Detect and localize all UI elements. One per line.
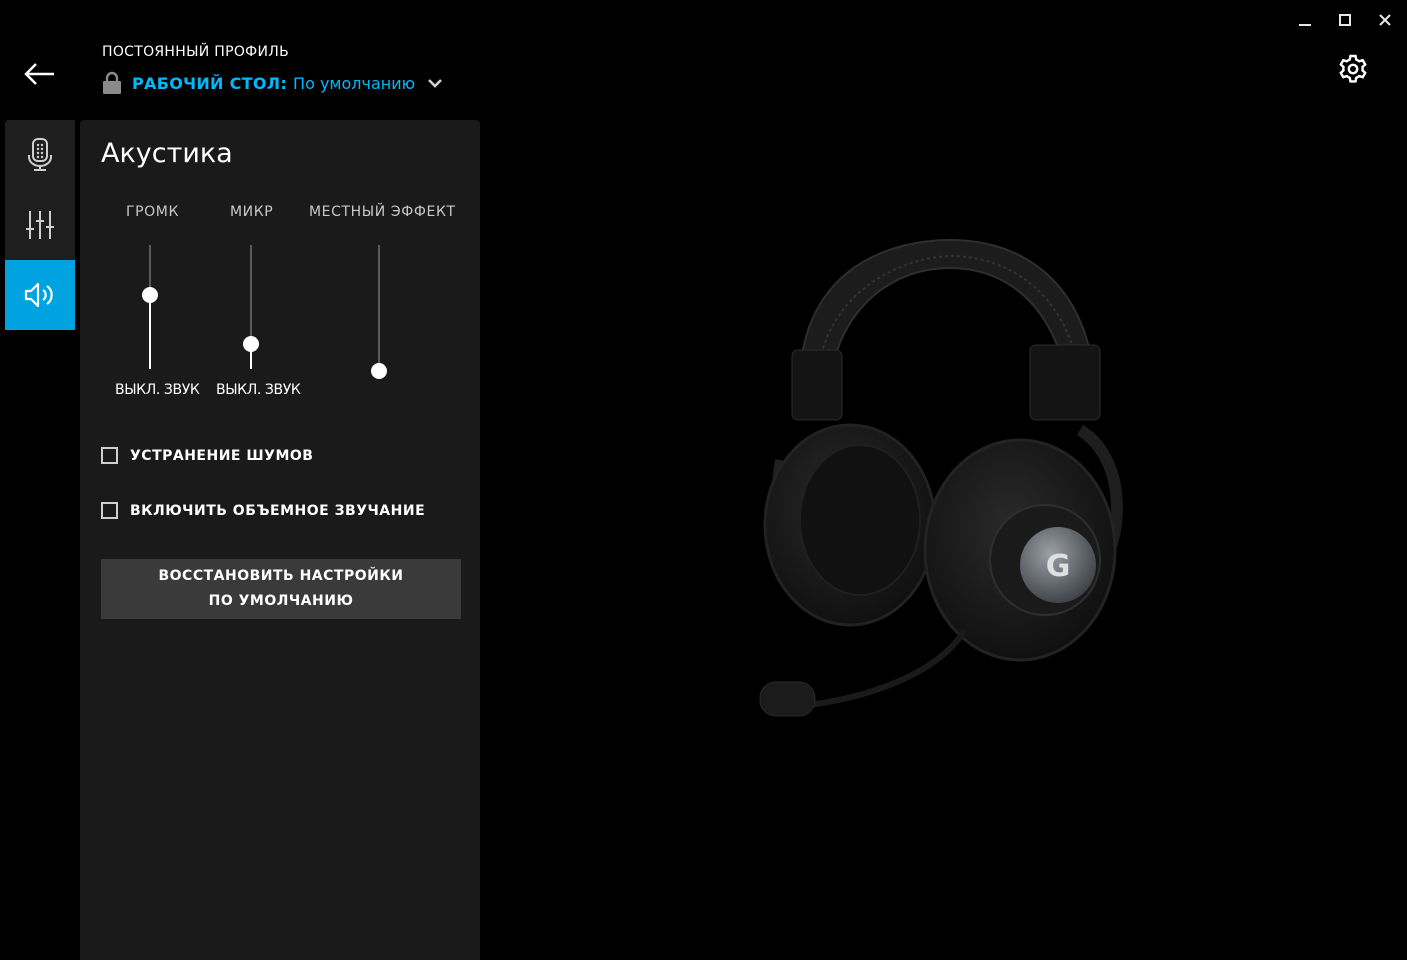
close-icon[interactable]	[1375, 8, 1395, 32]
profile-caption: ПОСТОЯННЫЙ ПРОФИЛЬ	[102, 44, 289, 60]
chevron-down-icon	[428, 79, 443, 88]
checkbox-label: ВКЛЮЧИТЬ ОБЪЕМНОЕ ЗВУЧАНИЕ	[130, 502, 426, 519]
lock-icon	[103, 71, 121, 94]
window-controls	[1295, 8, 1395, 32]
sidetone-slider[interactable]	[371, 245, 387, 379]
mic-slider-label: МИКР	[230, 204, 274, 220]
volume-slider-label: ГРОМК	[126, 204, 180, 220]
profile-value: По умолчанию	[293, 73, 416, 93]
reset-defaults-label: ВОССТАНОВИТЬ НАСТРОЙКИ ПО УМОЛЧАНИЮ	[158, 568, 404, 609]
reset-defaults-button[interactable]: ВОССТАНОВИТЬ НАСТРОЙКИ ПО УМОЛЧАНИЮ	[101, 559, 461, 619]
surround-checkbox[interactable]: ВКЛЮЧИТЬ ОБЪЕМНОЕ ЗВУЧАНИЕ	[101, 502, 425, 519]
volume-mute-label[interactable]: ВЫКЛ. ЗВУК	[115, 382, 200, 398]
side-navigation	[5, 120, 75, 330]
profile-selector[interactable]: РАБОЧИЙ СТОЛ: По умолчанию	[102, 71, 443, 95]
back-button[interactable]	[22, 58, 58, 90]
speaker-icon	[24, 282, 53, 308]
nav-microphone[interactable]	[5, 120, 75, 190]
mic-slider[interactable]	[243, 245, 259, 369]
profile-key: РАБОЧИЙ СТОЛ:	[132, 73, 288, 93]
checkbox-box[interactable]	[101, 502, 118, 519]
gear-icon	[1339, 54, 1367, 83]
mic-mute-label[interactable]: ВЫКЛ. ЗВУК	[216, 382, 301, 398]
sidetone-slider-handle[interactable]	[371, 363, 387, 379]
nav-equalizer[interactable]	[5, 190, 75, 260]
nav-acoustics[interactable]	[5, 260, 75, 330]
svg-text:G: G	[1046, 549, 1071, 584]
volume-slider-handle[interactable]	[142, 286, 158, 303]
maximize-icon[interactable]	[1335, 8, 1355, 32]
equalizer-icon	[26, 211, 54, 239]
microphone-icon	[28, 138, 52, 171]
volume-slider[interactable]	[142, 245, 158, 369]
volume-slider-fill	[149, 294, 151, 369]
checkbox-label: УСТРАНЕНИЕ ШУМОВ	[130, 447, 314, 464]
panel-title: Акустика	[101, 138, 233, 169]
sidetone-slider-label: МЕСТНЫЙ ЭФФЕКТ	[309, 204, 456, 220]
settings-button[interactable]	[1337, 53, 1369, 85]
noise-cancel-checkbox[interactable]: УСТРАНЕНИЕ ШУМОВ	[101, 447, 313, 464]
mic-slider-handle[interactable]	[243, 336, 259, 353]
headset-image: G	[759, 238, 1123, 717]
checkbox-box[interactable]	[101, 447, 118, 464]
arrow-left-icon	[24, 63, 54, 85]
minimize-icon[interactable]	[1295, 8, 1315, 32]
acoustics-panel: Акустика ГРОМК ВЫКЛ. ЗВУК МИКР ВЫКЛ. ЗВУ…	[80, 120, 480, 960]
